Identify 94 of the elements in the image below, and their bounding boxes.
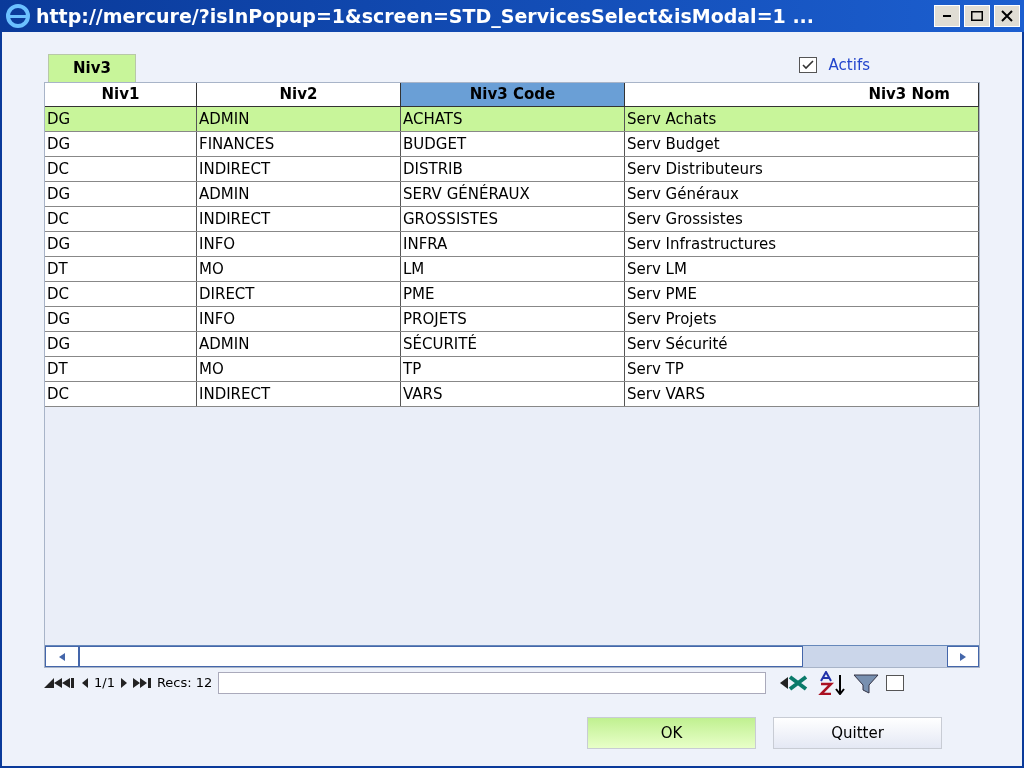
table-row[interactable]: DC DIRECT PME Serv PME bbox=[45, 282, 979, 307]
table-cell: SÉCURITÉ bbox=[401, 332, 625, 356]
filter-icon[interactable] bbox=[852, 671, 881, 695]
table-cell: DC bbox=[45, 157, 197, 181]
table-cell: LM bbox=[401, 257, 625, 281]
table-cell: VARS bbox=[401, 382, 625, 406]
maximize-button[interactable] bbox=[964, 5, 990, 27]
column-header[interactable]: Niv1 bbox=[45, 83, 197, 106]
horizontal-scrollbar[interactable] bbox=[45, 645, 979, 667]
table-cell: Serv Budget bbox=[625, 132, 979, 156]
last-page-icon[interactable] bbox=[132, 678, 151, 688]
table-cell: ADMIN bbox=[197, 107, 401, 131]
table-cell: DISTRIB bbox=[401, 157, 625, 181]
table-cell: SERV GÉNÉRAUX bbox=[401, 182, 625, 206]
quit-button[interactable]: Quitter bbox=[773, 717, 942, 749]
table-cell: Serv PME bbox=[625, 282, 979, 306]
column-header[interactable]: Niv2 bbox=[197, 83, 401, 106]
table-cell: Serv Grossistes bbox=[625, 207, 979, 231]
window-title: http://mercure/?isInPopup=1&screen=STD_ServicesSelect&isModal=1 ... bbox=[36, 3, 816, 30]
right-arrow-icon bbox=[960, 652, 966, 661]
table-cell: INDIRECT bbox=[197, 382, 401, 406]
ok-button[interactable]: OK bbox=[587, 717, 756, 749]
tab[interactable]: Niv3 bbox=[48, 54, 136, 82]
table-cell: INFO bbox=[197, 232, 401, 256]
table-cell: DG bbox=[45, 307, 197, 331]
table-cell: DG bbox=[45, 132, 197, 156]
table-row[interactable]: DG INFO PROJETS Serv Projets bbox=[45, 307, 979, 332]
table-cell: Serv LM bbox=[625, 257, 979, 281]
table-cell: ADMIN bbox=[197, 182, 401, 206]
next-page-icon[interactable] bbox=[120, 678, 127, 688]
minimize-icon bbox=[943, 15, 951, 17]
table-cell: DC bbox=[45, 282, 197, 306]
table-cell: DG bbox=[45, 107, 197, 131]
table-row[interactable]: DG ADMIN SERV GÉNÉRAUX Serv Généraux bbox=[45, 182, 979, 207]
table-cell: Serv VARS bbox=[625, 382, 979, 406]
table-cell: PROJETS bbox=[401, 307, 625, 331]
table-cell: FINANCES bbox=[197, 132, 401, 156]
table-cell: DG bbox=[45, 182, 197, 206]
table-row[interactable]: DG FINANCES BUDGET Serv Budget bbox=[45, 132, 979, 157]
table-row[interactable]: DT MO LM Serv LM bbox=[45, 257, 979, 282]
table-cell: INDIRECT bbox=[197, 207, 401, 231]
table-cell: DG bbox=[45, 232, 197, 256]
table-cell: MO bbox=[197, 257, 401, 281]
table-cell: DIRECT bbox=[197, 282, 401, 306]
table-row[interactable]: DC INDIRECT GROSSISTES Serv Grossistes bbox=[45, 207, 979, 232]
table-cell: Serv Achats bbox=[625, 107, 979, 131]
table-cell: INFO bbox=[197, 307, 401, 331]
table-cell: DC bbox=[45, 207, 197, 231]
sort-icon[interactable] bbox=[818, 671, 847, 695]
table-row[interactable]: DC INDIRECT DISTRIB Serv Distributeurs bbox=[45, 157, 979, 182]
record-count: Recs: 12 bbox=[156, 674, 213, 693]
table-cell: ADMIN bbox=[197, 332, 401, 356]
table-cell: Serv TP bbox=[625, 357, 979, 381]
table-cell: Serv Sécurité bbox=[625, 332, 979, 356]
table-cell: Serv Infrastructures bbox=[625, 232, 979, 256]
table-cell: DC bbox=[45, 382, 197, 406]
previous-page-icon[interactable] bbox=[82, 678, 88, 688]
table-row[interactable]: DG INFO INFRA Serv Infrastructures bbox=[45, 232, 979, 257]
maximize-icon bbox=[971, 11, 983, 21]
scrollbar-thumb[interactable] bbox=[79, 646, 803, 667]
scroll-left-button[interactable] bbox=[45, 646, 79, 667]
column-header[interactable]: Niv3 Nom bbox=[625, 83, 979, 106]
table-cell: INFRA bbox=[401, 232, 625, 256]
table-cell: MO bbox=[197, 357, 401, 381]
checkbox-label: Actifs bbox=[828, 54, 870, 76]
table-cell: BUDGET bbox=[401, 132, 625, 156]
table-cell: TP bbox=[401, 357, 625, 381]
close-icon bbox=[1001, 10, 1013, 22]
checkbox[interactable] bbox=[886, 675, 905, 691]
scroll-right-button[interactable] bbox=[947, 646, 979, 667]
checkbox[interactable] bbox=[798, 56, 817, 73]
checkmark-icon bbox=[801, 59, 814, 70]
table-row[interactable]: DG ADMIN ACHATS Serv Achats bbox=[45, 107, 979, 132]
table-cell: DT bbox=[45, 357, 197, 381]
first-page-icon[interactable] bbox=[44, 678, 76, 688]
table-cell: DT bbox=[45, 257, 197, 281]
table-cell: INDIRECT bbox=[197, 157, 401, 181]
minimize-button[interactable] bbox=[934, 5, 960, 27]
close-button[interactable] bbox=[994, 5, 1020, 27]
table-cell: GROSSISTES bbox=[401, 207, 625, 231]
search-field[interactable] bbox=[218, 672, 767, 694]
page-indicator: 1/1 bbox=[94, 674, 115, 693]
table-cell: DG bbox=[45, 332, 197, 356]
table-cell: ACHATS bbox=[401, 107, 625, 131]
table-cell: Serv Distributeurs bbox=[625, 157, 979, 181]
table-row[interactable]: DC INDIRECT VARS Serv VARS bbox=[45, 382, 979, 407]
left-arrow-icon bbox=[59, 652, 65, 661]
table-row[interactable]: DG ADMIN SÉCURITÉ Serv Sécurité bbox=[45, 332, 979, 357]
table-cell: Serv Projets bbox=[625, 307, 979, 331]
table-cell: PME bbox=[401, 282, 625, 306]
browser-logo-icon bbox=[4, 3, 32, 29]
table-row[interactable]: DT MO TP Serv TP bbox=[45, 357, 979, 382]
column-header[interactable]: Niv3 Code bbox=[401, 83, 625, 106]
table-cell: Serv Généraux bbox=[625, 182, 979, 206]
